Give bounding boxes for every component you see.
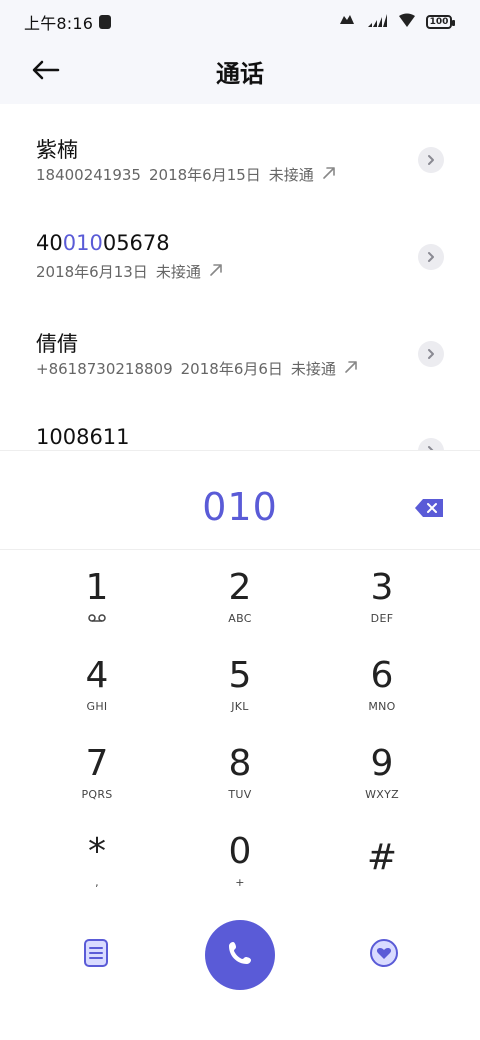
wifi-icon xyxy=(398,12,416,32)
status-time: 上午8:16 xyxy=(24,14,94,33)
key-digit: 5 xyxy=(228,654,252,696)
call-row-4[interactable]: 1008611 xyxy=(0,395,480,450)
key-6[interactable]: 6 MNO xyxy=(322,642,442,728)
outgoing-call-icon xyxy=(344,360,358,378)
key-letters: DEF xyxy=(370,611,394,625)
key-digit: 0 xyxy=(228,830,252,872)
key-star[interactable]: * , xyxy=(37,818,157,904)
row-detail-button[interactable] xyxy=(418,438,444,450)
key-9[interactable]: 9 WXYZ xyxy=(322,730,442,816)
call-date: 2018年6月13日 xyxy=(36,263,148,281)
bottom-bar xyxy=(0,910,480,1040)
dialed-number: 010 xyxy=(202,485,278,529)
key-3[interactable]: 3 DEF xyxy=(322,554,442,640)
backspace-button[interactable] xyxy=(412,497,446,523)
status-bar: 上午8:16 100 xyxy=(0,0,480,40)
call-title-prefix: 40 xyxy=(36,231,63,255)
outgoing-call-icon xyxy=(209,263,223,281)
call-title: 4001005678 xyxy=(36,231,170,255)
page-title: 通话 xyxy=(216,60,264,88)
notes-icon xyxy=(83,938,109,972)
call-status: 未接通 xyxy=(268,166,314,184)
call-subtitle: 2018年6月13日 未接通 xyxy=(36,261,223,282)
chevron-right-icon xyxy=(426,151,436,170)
app-header: 通话 xyxy=(0,40,480,104)
key-digit: 3 xyxy=(370,566,394,608)
outgoing-call-icon xyxy=(322,166,336,184)
call-list: 紫楠 18400241935 2018年6月15日 未接通 4001005678… xyxy=(0,104,480,450)
call-title: 1008611 xyxy=(36,425,130,449)
call-row-2[interactable]: 4001005678 2018年6月13日 未接通 xyxy=(0,201,480,298)
call-status: 未接通 xyxy=(290,360,336,378)
key-5[interactable]: 5 JKL xyxy=(180,642,300,728)
call-row-3[interactable]: 倩倩 +8618730218809 2018年6月6日 未接通 xyxy=(0,298,480,395)
favorites-button[interactable] xyxy=(364,935,404,975)
backspace-icon xyxy=(413,497,445,523)
chevron-right-icon xyxy=(426,248,436,267)
key-digit: 6 xyxy=(370,654,394,696)
app-indicator-icon xyxy=(99,15,112,29)
call-button[interactable] xyxy=(205,920,275,990)
call-row-1[interactable]: 紫楠 18400241935 2018年6月15日 未接通 xyxy=(0,104,480,201)
key-letters: GHI xyxy=(86,699,108,713)
key-letters: JKL xyxy=(231,699,249,713)
call-title: 倩倩 xyxy=(36,332,78,356)
call-date: 2018年6月6日 xyxy=(180,360,283,378)
key-7[interactable]: 7 PQRS xyxy=(37,730,157,816)
row-detail-button[interactable] xyxy=(418,147,444,173)
signal-icon xyxy=(366,12,388,32)
key-4[interactable]: 4 GHI xyxy=(37,642,157,728)
chevron-right-icon xyxy=(426,442,436,450)
call-title: 紫楠 xyxy=(36,138,78,162)
keypad: 1 2 ABC 3 DEF 4 GHI 5 JKL 6 MNO 7 PQRS 8… xyxy=(0,550,480,910)
key-letters: WXYZ xyxy=(365,787,399,801)
phone-icon xyxy=(223,936,257,974)
key-hash[interactable]: # xyxy=(322,818,442,904)
call-date: 2018年6月15日 xyxy=(148,166,261,184)
key-8[interactable]: 8 TUV xyxy=(180,730,300,816)
notes-button[interactable] xyxy=(76,935,116,975)
row-detail-button[interactable] xyxy=(418,244,444,270)
call-status: 未接通 xyxy=(155,263,201,281)
key-1[interactable]: 1 xyxy=(37,554,157,640)
chevron-right-icon xyxy=(426,345,436,364)
row-detail-button[interactable] xyxy=(418,341,444,367)
key-digit: # xyxy=(366,837,398,878)
battery-icon: 100 xyxy=(426,15,455,29)
key-digit: 4 xyxy=(85,654,109,696)
key-letters: MNO xyxy=(368,699,396,713)
key-letters: PQRS xyxy=(81,787,113,801)
key-digit: * xyxy=(88,830,106,872)
key-2[interactable]: 2 ABC xyxy=(180,554,300,640)
key-letters: + xyxy=(235,875,245,889)
favorites-icon xyxy=(369,938,399,972)
key-letters: TUV xyxy=(228,787,252,801)
call-subtitle: +8618730218809 2018年6月6日 未接通 xyxy=(36,358,358,379)
call-title-match: 010 xyxy=(62,231,103,255)
key-digit: 9 xyxy=(370,742,394,784)
key-digit: 2 xyxy=(228,566,252,608)
key-digit: 1 xyxy=(85,566,109,608)
call-number: 18400241935 xyxy=(36,165,141,184)
key-digit: 7 xyxy=(85,742,109,784)
dial-display: 010 xyxy=(0,450,480,550)
key-0[interactable]: 0 + xyxy=(180,818,300,904)
call-title-suffix: 05678 xyxy=(102,231,170,255)
status-right: 100 xyxy=(338,12,455,32)
key-digit: 8 xyxy=(228,742,252,784)
key-letters: ABC xyxy=(228,611,252,625)
vibrate-icon xyxy=(338,12,356,32)
call-number: +8618730218809 xyxy=(36,359,173,378)
call-subtitle: 18400241935 2018年6月15日 未接通 xyxy=(36,164,336,185)
key-letters: , xyxy=(95,875,99,889)
voicemail-icon xyxy=(88,612,106,625)
status-time-wrap: 上午8:16 xyxy=(24,10,112,34)
